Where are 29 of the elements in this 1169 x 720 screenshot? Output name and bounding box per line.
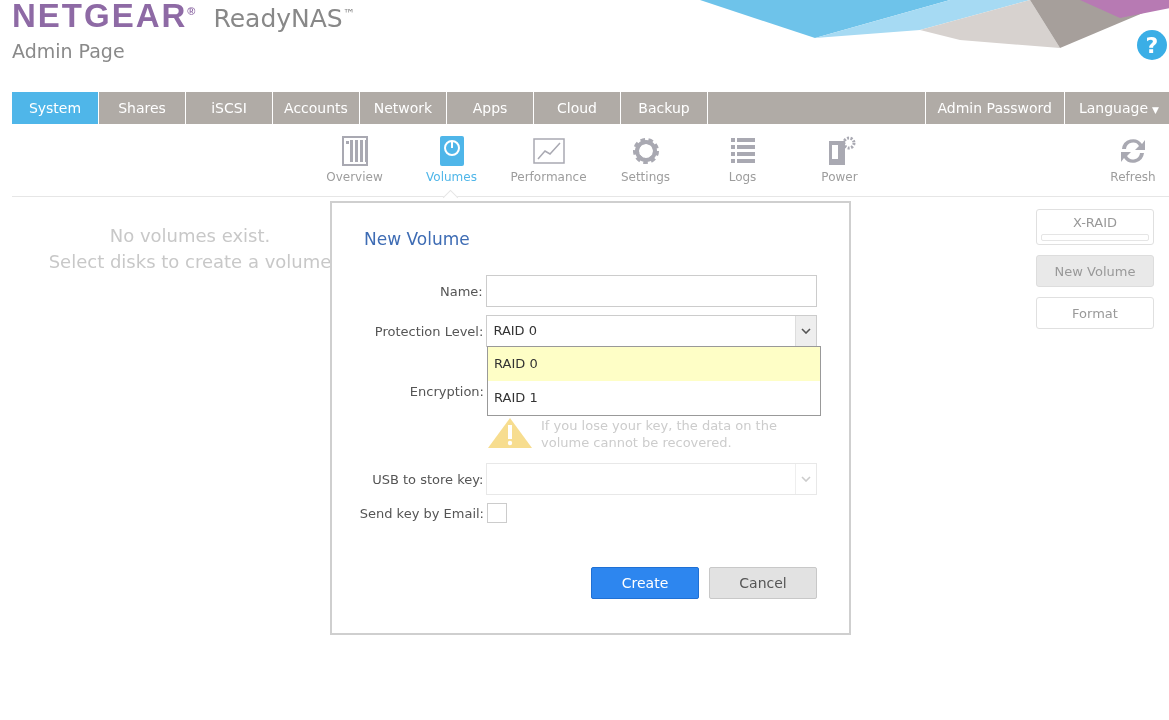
chevron-icon <box>801 328 811 334</box>
field-label: Name: <box>439 283 484 299</box>
section-tab[interactable]: Power <box>791 124 888 196</box>
chart-icon <box>531 135 566 167</box>
page-subtitle: Admin Page <box>12 40 126 62</box>
section-tab[interactable]: Overview <box>306 124 403 196</box>
section-tab[interactable]: Logs <box>694 124 791 196</box>
email-checkbox[interactable] <box>487 503 507 523</box>
field-label: Send key by Email: <box>358 505 485 521</box>
cancel-button[interactable]: Cancel <box>709 567 817 599</box>
field-label: USB to store key: <box>371 471 485 487</box>
field-label: Encryption: <box>408 384 485 399</box>
product-name: ReadyNAS$^{™}$ <box>213 3 355 34</box>
dialog-title: New Volume <box>364 229 471 249</box>
refresh-button[interactable]: Refresh <box>1097 124 1169 196</box>
help-icon[interactable]: ? <box>1137 30 1167 60</box>
create-button[interactable]: Create <box>591 567 699 599</box>
section-tab[interactable]: Settings <box>597 124 694 196</box>
warning-icon <box>487 417 533 449</box>
xraid-toggle[interactable]: X-RAID <box>1036 209 1154 245</box>
logo: NETGEAR$^{®}$ <box>12 0 196 34</box>
dropdown-option[interactable]: RAID 0 <box>488 347 820 381</box>
dropdown-option[interactable]: RAID 1 <box>488 381 820 415</box>
nav-tab[interactable]: System <box>12 92 99 124</box>
side-button[interactable]: Format <box>1036 297 1154 329</box>
section-tab[interactable]: Performance <box>500 124 597 196</box>
field-label: Protection Level: <box>373 323 485 339</box>
name-field[interactable] <box>485 275 817 307</box>
chevron-icon <box>801 476 811 482</box>
